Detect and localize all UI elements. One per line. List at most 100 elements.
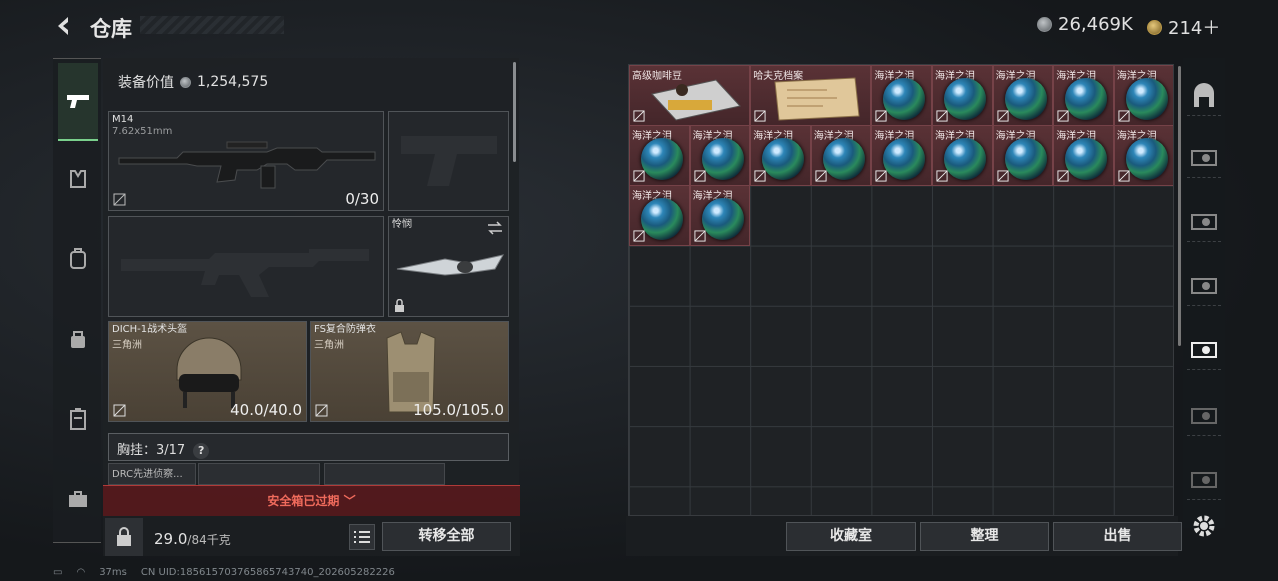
gold-currency[interactable]: 214＋ [1147, 14, 1220, 40]
ocean-tear-gem-image [762, 138, 805, 181]
melee-slot[interactable]: 怜悯 [388, 216, 509, 317]
secondary-weapon-slot[interactable] [108, 216, 384, 317]
right-tab-bar [1183, 58, 1225, 528]
left-tab-bar [53, 58, 101, 543]
sell-button[interactable]: 出售 [1053, 522, 1182, 551]
chest-rig-item[interactable]: DRC先进侦察... [108, 463, 196, 485]
storage-box-tab-active[interactable] [1187, 330, 1221, 370]
help-icon[interactable]: ? [193, 443, 210, 459]
helmet-slot[interactable]: DICH-1战术头盔 三角洲 40.0/40.0 [108, 321, 307, 422]
transfer-all-button[interactable]: 转移全部 [382, 522, 511, 551]
storage-item[interactable]: 高级咖啡豆 [629, 65, 751, 126]
storage-item[interactable]: 哈夫克档案 [750, 65, 872, 126]
storage-box-tab-5[interactable] [1187, 396, 1221, 436]
collection-room-button[interactable]: 收藏室 [786, 522, 916, 551]
loadout-scrollbar[interactable] [513, 62, 516, 162]
no-sell-icon [315, 404, 328, 417]
no-sell-icon [633, 170, 645, 182]
bag-tab[interactable] [58, 319, 98, 359]
storage-item[interactable]: 海洋之泪 [1053, 65, 1114, 126]
toolbox-tab[interactable] [58, 479, 98, 519]
container-icon [1191, 149, 1217, 166]
swap-icon[interactable] [486, 221, 504, 235]
storage-box-tab-2[interactable] [1187, 202, 1221, 242]
weight-max: /84千克 [187, 533, 231, 547]
bag-icon [71, 331, 85, 348]
storage-item[interactable]: 海洋之泪 [932, 125, 993, 187]
ping: 37ms [99, 567, 127, 578]
ocean-tear-gem-image [1004, 138, 1047, 181]
user-uid: CN UID:18561570376586574374​0_2026052822… [140, 567, 395, 578]
backpack-tab[interactable] [58, 239, 98, 279]
ocean-tear-gem-image [883, 138, 926, 181]
battery-icon: ▭ [53, 567, 63, 578]
storage-box-tab-1[interactable] [1187, 138, 1221, 178]
sort-button[interactable]: 整理 [920, 522, 1049, 551]
gold-amount: 214＋ [1168, 18, 1221, 39]
list-view-button[interactable] [349, 524, 375, 550]
container-icon [1191, 277, 1217, 294]
armor-durability: 105.0/105.0 [413, 401, 504, 419]
armor-icon [70, 170, 86, 188]
storage-item[interactable]: 海洋之泪 [992, 65, 1054, 126]
safe-box-expired-banner[interactable]: 安全箱已过期 ﹀ [103, 485, 520, 516]
chest-rig-bar[interactable]: 胸挂：3/17? [108, 433, 509, 461]
toolbox-icon [69, 491, 87, 507]
gold-coin-icon [1147, 19, 1162, 35]
storage-item[interactable]: 海洋之泪 [689, 185, 751, 247]
storage-item[interactable]: 海洋之泪 [1113, 125, 1173, 187]
storage-box-tab-6[interactable] [1187, 460, 1221, 500]
no-sell-icon [875, 110, 887, 122]
primary-weapon-slot[interactable]: M14 7.62x51mm 0/30 [108, 111, 384, 211]
back-arrow-icon[interactable] [52, 14, 76, 38]
carry-weight: 29.0/84千克 [154, 530, 231, 548]
ocean-tear-gem-image [1065, 78, 1108, 120]
container-icon [1191, 341, 1217, 358]
storage-item[interactable]: 海洋之泪 [689, 125, 751, 187]
storage-box-tab-3[interactable] [1187, 266, 1221, 306]
storage-grid[interactable]: 高级咖啡豆 哈夫克档案 海洋之泪 海洋之泪 海洋之泪 海洋之泪 海洋之泪 海洋之泪 海洋之泪 海洋… [628, 64, 1174, 516]
helmet-source: 三角洲 [112, 340, 142, 351]
silver-coin-icon [180, 76, 191, 88]
gear-icon[interactable] [1190, 512, 1218, 540]
chest-rig-slot[interactable] [198, 463, 320, 485]
case-tab[interactable] [58, 399, 98, 439]
chest-rig-slot[interactable] [324, 463, 445, 485]
chest-rig-capacity: 胸挂：3/17 [117, 443, 186, 458]
no-sell-icon [1118, 110, 1130, 122]
no-sell-icon [936, 110, 948, 122]
storage-item[interactable]: 海洋之泪 [629, 125, 690, 187]
storage-item[interactable]: 海洋之泪 [629, 185, 690, 247]
weight-lock[interactable] [105, 518, 143, 556]
storage-item[interactable]: 海洋之泪 [871, 65, 932, 126]
storage-item[interactable]: 海洋之泪 [992, 125, 1054, 187]
container-icon [1191, 213, 1217, 230]
armor-slot[interactable]: FS复合防弹衣 三角洲 105.0/105.0 [310, 321, 509, 422]
storage-item[interactable]: 海洋之泪 [871, 125, 932, 187]
vault-icon [1194, 82, 1214, 107]
storage-item[interactable]: 海洋之泪 [750, 125, 811, 187]
equip-value-label: 装备价值 [118, 75, 174, 91]
storage-item[interactable]: 海洋之泪 [810, 125, 872, 187]
pistol-slot[interactable] [388, 111, 509, 211]
weight-current: 29.0 [154, 530, 188, 548]
no-sell-icon [875, 170, 887, 182]
storage-item[interactable]: 海洋之泪 [932, 65, 993, 126]
storage-scrollbar[interactable] [1178, 66, 1181, 346]
ocean-tear-gem-image [1065, 138, 1108, 181]
storage-home-tab[interactable] [1187, 76, 1221, 116]
chevron-down-icon: ﹀ [343, 494, 356, 508]
no-sell-icon [997, 110, 1009, 122]
rifle-tab[interactable] [58, 63, 98, 141]
wifi-icon: ◠ [76, 567, 86, 578]
armor-tab[interactable] [58, 159, 98, 199]
storage-item[interactable]: 海洋之泪 [1113, 65, 1173, 126]
storage-item[interactable]: 海洋之泪 [1053, 125, 1114, 187]
no-sell-icon [1057, 110, 1069, 122]
no-sell-icon [633, 230, 645, 242]
ocean-tear-gem-image [1004, 78, 1047, 120]
pistol-silhouette-icon [401, 136, 497, 186]
case-icon [70, 408, 86, 430]
no-sell-icon [694, 170, 706, 182]
ocean-tear-gem-image [944, 138, 986, 181]
